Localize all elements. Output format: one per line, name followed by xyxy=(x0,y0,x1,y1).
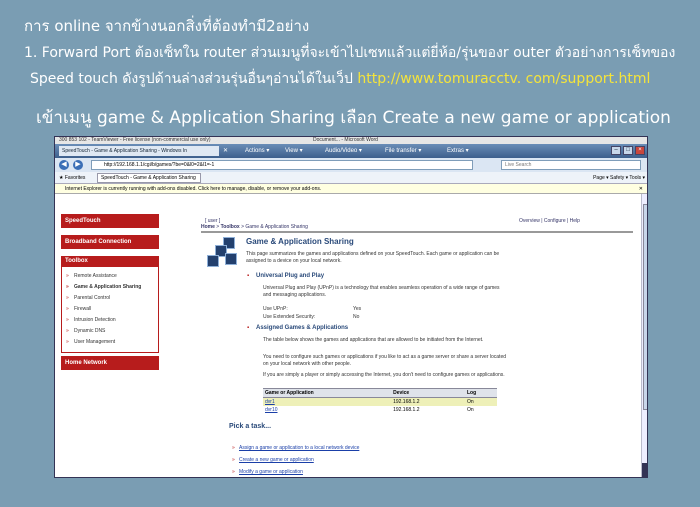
teamviewer-close-icon[interactable]: ✕ xyxy=(223,144,228,158)
favorites-bar: ★ Favorites SpeedTouch - Game & Applicat… xyxy=(55,172,647,184)
extended-security-value: No xyxy=(353,314,360,320)
sidebar-item-dynamic-dns[interactable]: Dynamic DNS xyxy=(62,326,158,337)
browser-address-bar: ◀ ▶ http://192.168.1.1/cgi/b/games/?be=0… xyxy=(55,158,647,172)
close-icon[interactable]: × xyxy=(635,146,645,155)
menu-audio-video[interactable]: Audio/Video ▾ xyxy=(325,144,362,158)
minimize-icon[interactable]: – xyxy=(611,146,621,155)
infobar-close-icon[interactable]: ✕ xyxy=(639,184,643,194)
word-document-title: Document... - Microsoft Word xyxy=(313,137,378,143)
search-input[interactable]: Live Search xyxy=(501,160,641,170)
assigned-heading: Assigned Games & Applications xyxy=(247,325,348,331)
assigned-paragraph-1: The table below shows the games and appl… xyxy=(263,337,484,343)
browser-window-tab[interactable]: SpeedTouch - Game & Application Sharing … xyxy=(59,146,219,156)
cell-log: On xyxy=(464,397,497,406)
command-bar[interactable]: Page ▾ Safety ▾ Tools ▾ xyxy=(593,172,645,184)
favorites-label: Favorites xyxy=(64,175,86,181)
teamviewer-title: 300 853 102 - TeamViewer - Free license … xyxy=(59,137,211,143)
assigned-paragraph-2: You need to configure such games or appl… xyxy=(263,354,507,367)
use-upnp-label: Use UPnP: xyxy=(263,306,288,312)
upnp-heading: Universal Plug and Play xyxy=(247,273,324,279)
teamviewer-titlebar: 300 853 102 - TeamViewer - Free license … xyxy=(55,137,647,144)
col-game: Game or Application xyxy=(263,388,392,398)
caption-line-2: 1. Forward Port ต้องเซ็ทใน router ส่วนเม… xyxy=(24,45,676,61)
router-page: SpeedTouch Broadband Connection Toolbox … xyxy=(55,194,647,477)
forward-icon[interactable]: ▶ xyxy=(73,160,83,170)
sidebar-item-game-sharing[interactable]: Game & Application Sharing xyxy=(62,282,158,293)
game-link-dvr1[interactable]: dvr1 xyxy=(265,399,275,405)
crumb-current: Game & Application Sharing xyxy=(245,224,308,230)
window-controls: – □ × xyxy=(611,146,645,155)
sidebar-item-toolbox[interactable]: Toolbox xyxy=(61,256,159,267)
page-scrollbar[interactable] xyxy=(641,194,647,477)
upnp-description: Universal Plug and Play (UPnP) is a tech… xyxy=(263,285,500,298)
infobar-text: Internet Explorer is currently running w… xyxy=(65,186,322,192)
scrollbar-thumb[interactable] xyxy=(643,204,647,410)
extended-security-row: Use Extended Security: No xyxy=(263,314,359,320)
sidebar-brand[interactable]: SpeedTouch xyxy=(61,214,159,228)
assign-game-link[interactable]: Assign a game or application to a local … xyxy=(232,445,359,451)
page-description: This page summarizes the games and appli… xyxy=(246,251,500,264)
maximize-icon[interactable]: □ xyxy=(623,146,633,155)
menu-file-transfer[interactable]: File transfer ▾ xyxy=(385,144,421,158)
game-sharing-icon xyxy=(207,237,241,271)
cell-device: 192.168.1.2 xyxy=(391,406,465,414)
use-upnp-row: Use UPnP: Yes xyxy=(263,306,361,312)
table-row: dvr10 192.168.1.2 On xyxy=(263,406,497,414)
assigned-paragraph-3: If you are simply a player or simply acc… xyxy=(263,372,505,378)
pick-task-heading: Pick a task... xyxy=(229,423,272,430)
sidebar-item-broadband[interactable]: Broadband Connection xyxy=(61,235,159,249)
crumb-toolbox[interactable]: Toolbox xyxy=(221,224,240,230)
teamviewer-toolbar: SpeedTouch - Game & Application Sharing … xyxy=(55,144,647,158)
create-game-link[interactable]: Create a new game or application xyxy=(232,457,314,463)
cell-log: On xyxy=(464,406,497,414)
support-url: http://www.tomuracctv. com/support.html xyxy=(357,71,651,87)
extended-security-label: Use Extended Security: xyxy=(263,314,316,320)
teamviewer-screenshot: 300 853 102 - TeamViewer - Free license … xyxy=(54,136,648,478)
col-log: Log xyxy=(464,388,497,398)
caption-line-1: การ online จากข้างนอกสิ่งที่ต้องทำมี2อย่… xyxy=(24,17,310,35)
caption-line-4: เข้าเมนู game & Application Sharing เลือ… xyxy=(36,108,671,128)
crumb-home[interactable]: Home xyxy=(201,224,215,230)
toolbox-menu: Remote Assistance Game & Application Sha… xyxy=(61,267,159,353)
menu-view[interactable]: View ▾ xyxy=(285,144,303,158)
col-device: Device xyxy=(391,388,465,398)
table-row: dvr1 192.168.1.2 On xyxy=(263,397,497,406)
modify-game-link[interactable]: Modify a game or application xyxy=(232,469,303,475)
cell-game: dvr10 xyxy=(263,406,392,414)
breadcrumb: Home > Toolbox > Game & Application Shar… xyxy=(201,224,633,233)
favorites-button[interactable]: ★ Favorites xyxy=(59,172,85,184)
table-header-row: Game or Application Device Log xyxy=(263,388,497,398)
scrollbar-overlay xyxy=(642,463,647,477)
page-tab[interactable]: SpeedTouch - Game & Application Sharing xyxy=(97,173,201,183)
sidebar-item-firewall[interactable]: Firewall xyxy=(62,304,158,315)
cell-device: 192.168.1.2 xyxy=(391,397,465,406)
games-table: Game or Application Device Log dvr1 192.… xyxy=(263,388,497,414)
caption-line-3: Speed touch ดังรูปด้านล่างส่วนรุ่นอื่นๆอ… xyxy=(30,68,650,90)
cell-game: dvr1 xyxy=(263,397,392,406)
sidebar-item-intrusion-detection[interactable]: Intrusion Detection xyxy=(62,315,158,326)
sidebar-item-parental-control[interactable]: Parental Control xyxy=(62,293,158,304)
menu-extras[interactable]: Extras ▾ xyxy=(447,144,469,158)
sidebar-item-user-management[interactable]: User Management xyxy=(62,337,158,348)
ie-information-bar[interactable]: Internet Explorer is currently running w… xyxy=(55,184,647,194)
menu-actions[interactable]: Actions ▾ xyxy=(245,144,269,158)
address-input[interactable]: http://192.168.1.1/cgi/b/games/?be=0&l0=… xyxy=(91,160,473,170)
back-icon[interactable]: ◀ xyxy=(59,160,69,170)
sidebar-item-home-network[interactable]: Home Network xyxy=(61,356,159,370)
use-upnp-value: Yes xyxy=(353,306,362,312)
caption-line-3-text: Speed touch ดังรูปด้านล่างส่วนรุ่นอื่นๆอ… xyxy=(30,71,353,87)
page-title: Game & Application Sharing xyxy=(246,237,354,246)
game-link-dvr10[interactable]: dvr10 xyxy=(265,407,278,413)
sidebar-item-remote-assistance[interactable]: Remote Assistance xyxy=(62,271,158,282)
